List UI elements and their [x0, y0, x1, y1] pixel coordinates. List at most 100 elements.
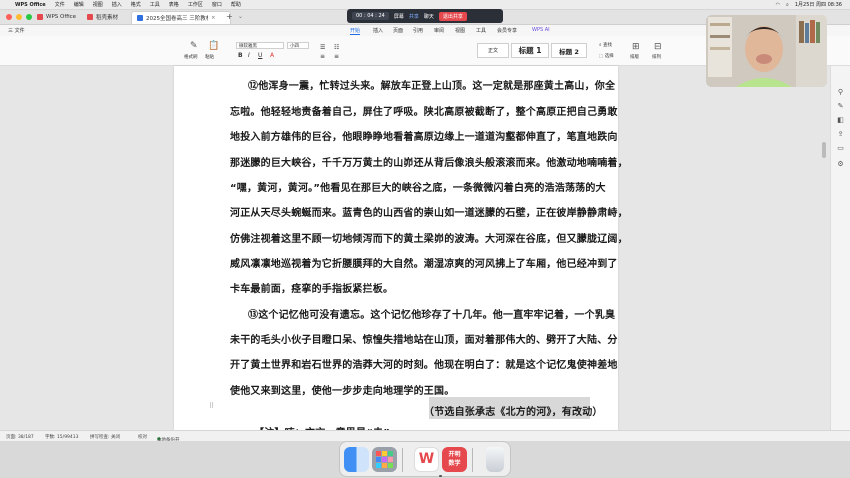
paragraph-line[interactable]: 卡车最前面，痉挛的手指扳紧拦板。: [230, 280, 393, 295]
style-normal[interactable]: 正文: [477, 43, 509, 58]
menu-item-format[interactable]: 格式: [131, 1, 141, 8]
paragraph-line[interactable]: 未干的毛头小伙子目瞪口呆、惊惶失措地站在山顶，面对着那伟大的、劈开了大陆、分: [230, 331, 618, 346]
paste-label[interactable]: 粘贴: [205, 54, 214, 60]
menu-item-help[interactable]: 帮助: [231, 1, 241, 8]
paragraph-line[interactable]: ⑫他浑身一震，忙转过头来。解放车正登上山顶。这一定就是那座黄土高山，你全: [248, 77, 615, 92]
status-word-count[interactable]: 字数: 15/99413: [45, 434, 79, 440]
meeting-chat-button[interactable]: 聊天: [424, 13, 434, 20]
right-sidebar: ⚲ ✎ ◧ ⇪ ▭ ⚙: [830, 66, 850, 430]
menu-item-insert[interactable]: 插入: [112, 1, 122, 8]
tab-review[interactable]: 审阅: [434, 27, 444, 34]
font-name-select[interactable]: 微软雅黑: [236, 42, 284, 49]
menu-item-view[interactable]: 视图: [93, 1, 103, 8]
tab-dropdown-icon[interactable]: ⌄: [238, 13, 243, 20]
menu-item-file[interactable]: 文件: [55, 1, 65, 8]
tab-insert[interactable]: 插入: [373, 27, 383, 34]
tab-wps-ai[interactable]: WPS AI: [532, 27, 550, 33]
find-button[interactable]: ⌕ 查找: [599, 42, 612, 48]
style-heading-2[interactable]: 标题 2: [551, 43, 587, 58]
align-center-icon[interactable]: ≡: [334, 53, 339, 60]
source-citation[interactable]: （节选自张承志《北方的河》，有改动）: [424, 403, 603, 418]
font-color-icon[interactable]: A: [270, 52, 274, 59]
window-controls: [6, 14, 32, 20]
bold-icon[interactable]: B: [238, 52, 243, 59]
paragraph-line[interactable]: ⑬这个记忆他可没有遗忘。这个记忆他珍存了十几年。他一直牢牢记着，一个乳臭: [248, 306, 615, 321]
presenter-video-image: [706, 15, 827, 87]
menu-item-tools[interactable]: 工具: [150, 1, 160, 8]
search-icon[interactable]: ⌕: [786, 2, 789, 8]
paragraph-line[interactable]: 忘啦。他轻轻地责备着自己，屏住了呼吸。陕北高原被截断了，整个高原正把自己勇敢: [230, 103, 618, 118]
paragraph-line[interactable]: 地投入前方雄伟的巨谷，他眼睁睁地看着高原边缘上一道道沟壑都伸直了，笔直地跌向: [230, 128, 618, 143]
tab-page[interactable]: 页面: [393, 27, 403, 34]
sidebar-comment-icon[interactable]: ▭: [836, 144, 845, 153]
sidebar-tool-icon[interactable]: ⚲: [836, 88, 845, 97]
select-button[interactable]: ⬚ 选择: [599, 53, 614, 59]
menu-item-workspace[interactable]: 工作区: [188, 1, 203, 8]
style-heading-1[interactable]: 标题 1: [511, 43, 549, 58]
tab-document[interactable]: 2025全国卷高三 三阶教材… ×: [131, 11, 231, 24]
menu-item-table[interactable]: 表格: [169, 1, 179, 8]
paragraph-line[interactable]: 威风凛凛地巡视着为它折腰膜拜的大自然。潮湿凉爽的河风拂上了车厢，他已经冲到了: [230, 255, 618, 270]
bullet-list-icon[interactable]: ☰: [320, 44, 325, 51]
meeting-share-button[interactable]: 共享: [409, 13, 419, 20]
format-painter-icon[interactable]: ✎: [190, 41, 198, 51]
italic-icon[interactable]: I: [248, 52, 250, 59]
tab-label: WPS Office: [46, 14, 77, 20]
underline-icon[interactable]: U: [258, 52, 262, 59]
tab-tools[interactable]: 工具: [476, 27, 486, 34]
status-page[interactable]: 页面: 38/187: [6, 434, 34, 440]
menu-item-edit[interactable]: 编辑: [74, 1, 84, 8]
menu-app-name[interactable]: WPS Office: [15, 2, 46, 8]
select-label: 选择: [604, 54, 614, 59]
sidebar-style-icon[interactable]: ✎: [836, 102, 845, 111]
tab-view[interactable]: 视图: [455, 27, 465, 34]
minimize-window-icon[interactable]: [16, 14, 22, 20]
paragraph-line[interactable]: 开了黄土世界和岩石世界的浩莽大河的时刻。他现在明白了：就是这个记忆鬼使神差地: [230, 356, 618, 371]
tab-home[interactable]: 开始: [350, 27, 361, 35]
menu-item-window[interactable]: 窗口: [212, 1, 222, 8]
tab-member[interactable]: 会员专享: [497, 27, 517, 34]
paragraph-line[interactable]: 那迷朦的巨大峡谷，千千万万黄土的山峁还从背后像浪头般滚滚而来。他激动地喃喃着，: [230, 154, 628, 169]
tab-label: 稻壳素材: [96, 15, 119, 21]
sidebar-format-icon[interactable]: ◧: [836, 116, 845, 125]
close-window-icon[interactable]: [6, 14, 12, 20]
status-spell-check[interactable]: 拼写检查: 关闭: [90, 434, 120, 440]
paragraph-line[interactable]: 河正从天尽头蜿蜒而来。蓝青色的山西省的崇山如一道迷朦的石壁，正在彼岸静静肃峙，: [230, 204, 628, 219]
tab-docer[interactable]: 稻壳素材: [82, 11, 123, 23]
find-label: 查找: [602, 43, 612, 48]
numbered-list-icon[interactable]: ☷: [334, 44, 339, 51]
wifi-icon[interactable]: ◠: [776, 2, 780, 8]
tab-wps-office[interactable]: WPS Office: [32, 11, 81, 23]
status-proofread[interactable]: 校对: [138, 434, 147, 440]
running-indicator: [439, 475, 442, 477]
layout-icon[interactable]: ⊞: [632, 42, 640, 52]
paste-icon[interactable]: 📋: [208, 41, 219, 51]
meeting-leave-button[interactable]: 退出共享: [438, 11, 467, 21]
scrollbar-thumb[interactable]: [822, 142, 826, 158]
wps-dock-icon[interactable]: W: [414, 447, 439, 472]
document-page[interactable]: ⑫他浑身一震，忙转过头来。解放车正登上山顶。这一定就是那座黄土高山，你全 忘啦。…: [174, 66, 628, 430]
menubar-datetime[interactable]: 1月25日 周四 08:36: [795, 1, 842, 8]
sidebar-share-icon[interactable]: ⇪: [836, 130, 845, 139]
trash-icon[interactable]: [486, 447, 504, 472]
format-label[interactable]: 排版: [630, 54, 639, 60]
arrange-icon[interactable]: ⊟: [654, 42, 662, 52]
sidebar-settings-icon[interactable]: ⚙: [836, 160, 845, 169]
font-size-select[interactable]: 小四: [287, 42, 309, 49]
paragraph-line[interactable]: 使他又来到这里，使他一步步走向地理学的王国。: [230, 382, 454, 397]
meeting-toolbar: 00 : 04 : 24 屏幕 共享 聊天 退出共享: [347, 9, 503, 23]
meeting-screen-button[interactable]: 屏幕: [394, 13, 404, 20]
file-menu-button[interactable]: 三 文件: [8, 27, 25, 34]
close-tab-icon[interactable]: ×: [211, 15, 216, 21]
tab-references[interactable]: 引用: [413, 27, 423, 34]
paragraph-line[interactable]: 仿佛注视着这里不顾一切地倾泻而下的黄土梁峁的波涛。大河深在谷底，但又朦胧辽阔，: [230, 230, 628, 245]
drag-handle-icon[interactable]: ⠿: [209, 402, 214, 410]
launchpad-icon[interactable]: [372, 447, 397, 472]
arrange-label[interactable]: 排列: [652, 54, 661, 60]
paragraph-line[interactable]: “嘿，黄河，黄河。”他看见在那巨大的峡谷之底，一条微微闪着白亮的浩浩荡荡的大: [230, 179, 606, 194]
format-painter-label[interactable]: 格式刷: [184, 54, 198, 60]
new-tab-icon[interactable]: +: [226, 12, 233, 21]
kaiming-math-icon[interactable]: 开明 数学: [442, 447, 467, 472]
finder-icon[interactable]: [344, 447, 369, 472]
align-left-icon[interactable]: ≡: [320, 53, 325, 60]
